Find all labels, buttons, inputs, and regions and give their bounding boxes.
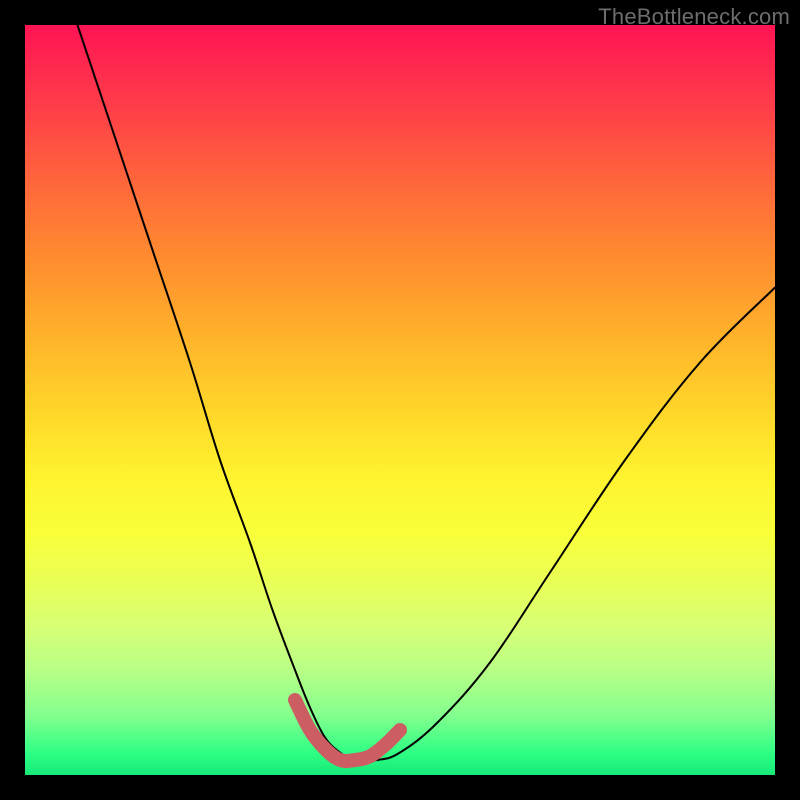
chart-frame: TheBottleneck.com	[0, 0, 800, 800]
bottleneck-curve	[78, 25, 776, 761]
chart-svg	[25, 25, 775, 775]
